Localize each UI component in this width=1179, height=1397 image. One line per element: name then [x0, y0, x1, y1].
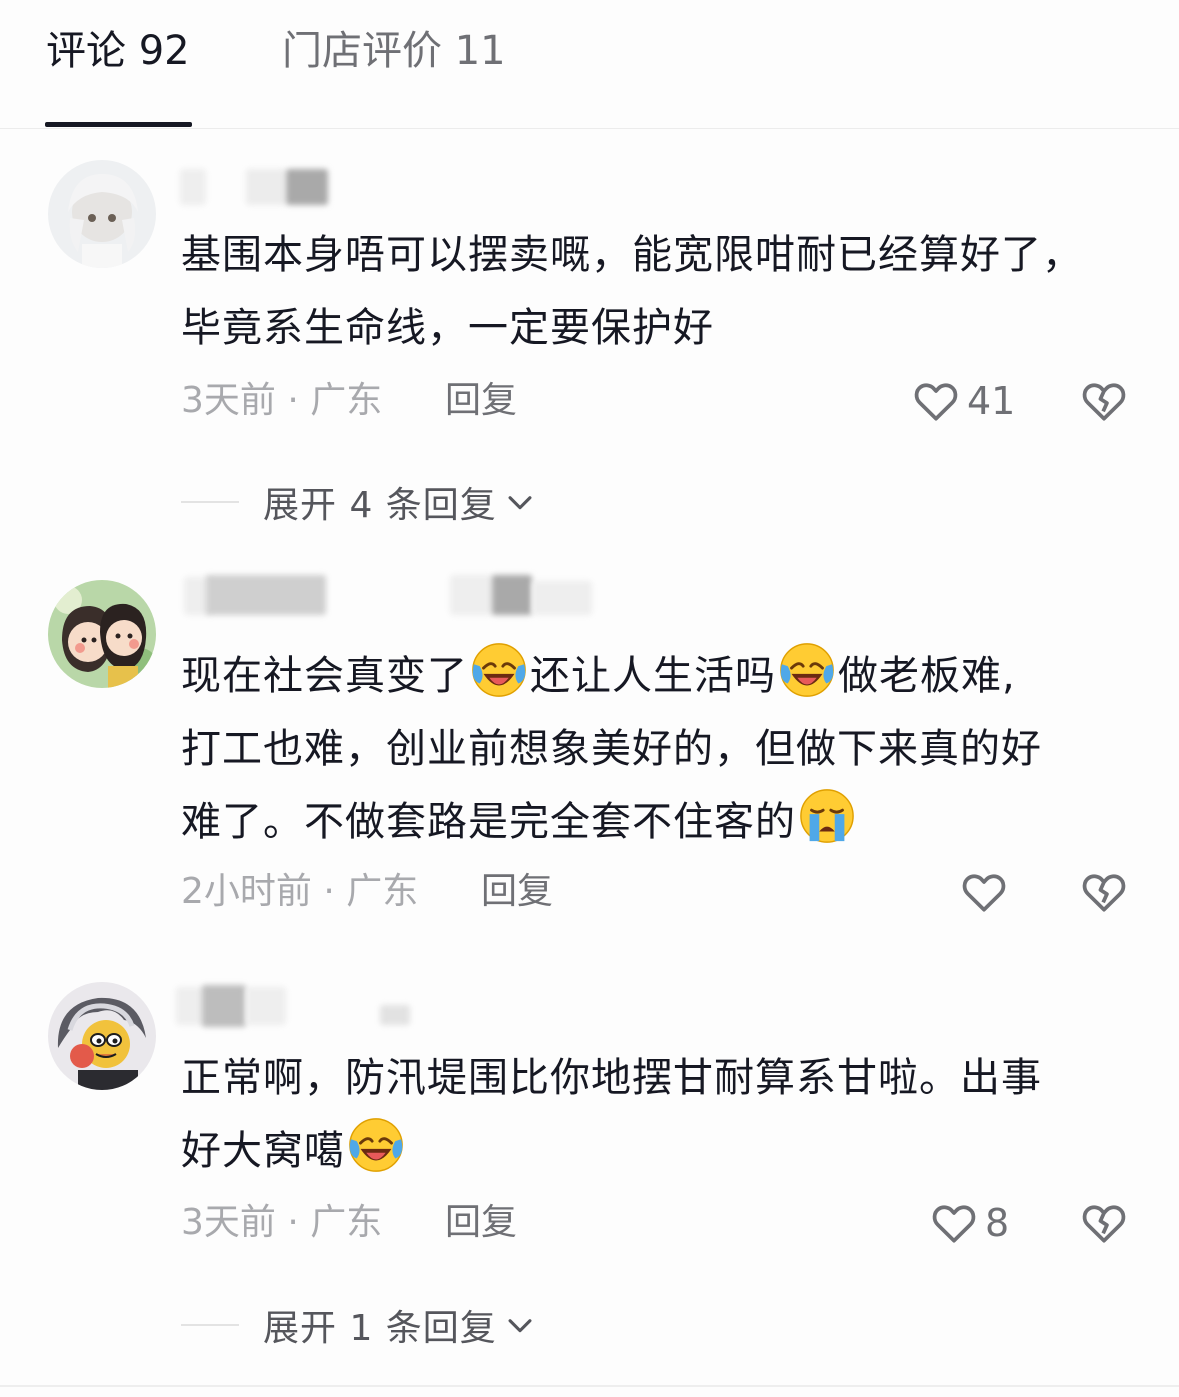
heart-outline-icon: [932, 1205, 976, 1243]
tab-store-reviews[interactable]: 门店评价 11: [282, 26, 506, 76]
divider-line: [181, 501, 239, 503]
active-tab-indicator: [45, 122, 192, 127]
expand-replies[interactable]: 展开 4 条回复: [181, 480, 537, 526]
like-button[interactable]: 8: [929, 1198, 1009, 1248]
broken-heart-icon: [1082, 1205, 1126, 1243]
avatar[interactable]: [48, 160, 156, 268]
comment-text: 正常啊，防汛堤围比你地摆甘耐算系甘啦。出事 好大窝噶: [181, 1042, 1121, 1188]
like-button[interactable]: [959, 867, 1009, 917]
heart-outline-icon: [962, 874, 1006, 912]
comment-text-segment: 难了。不做套路是完全套不住客的: [181, 799, 796, 845]
laughing-tears-emoji: [472, 643, 526, 697]
divider-line: [181, 1324, 239, 1326]
comment-meta: 3天前 · 广东: [181, 1202, 383, 1243]
expand-replies[interactable]: 展开 1 条回复: [181, 1303, 537, 1349]
comment-meta: 3天前 · 广东: [181, 380, 383, 421]
username-redacted[interactable]: [176, 983, 600, 1027]
chevron-down-icon: [508, 1319, 532, 1333]
bottom-divider: [0, 1385, 1179, 1387]
broken-heart-icon: [1082, 383, 1126, 421]
dislike-button[interactable]: [1079, 1198, 1129, 1248]
comment-meta: 2小时前 · 广东: [181, 871, 419, 912]
expand-replies-label: 展开 1 条回复: [263, 1308, 497, 1349]
dislike-button[interactable]: [1079, 867, 1129, 917]
reply-button[interactable]: 回复: [481, 870, 553, 914]
comment-text-segment: 好大窝噶: [181, 1128, 345, 1174]
expand-replies-label: 展开 4 条回复: [263, 485, 497, 526]
reply-button[interactable]: 回复: [445, 379, 517, 423]
comment-text-segment: 现在社会真变了: [181, 653, 468, 699]
reply-button[interactable]: 回复: [445, 1201, 517, 1245]
like-count: 8: [985, 1201, 1010, 1245]
comment-text-segment: 还让人生活吗: [530, 653, 776, 699]
tab-comments[interactable]: 评论 92: [46, 26, 190, 76]
loudly-crying-emoji: [800, 789, 854, 843]
heart-outline-icon: [914, 383, 958, 421]
username-redacted[interactable]: [180, 165, 600, 209]
comment-text: 现在社会真变了 还让人生活吗 做老板难, 打工也难，创业前想象美好的，但做下来真的好…: [181, 640, 1121, 859]
avatar[interactable]: [48, 580, 156, 688]
broken-heart-icon: [1082, 874, 1126, 912]
comment-text-segment: 正常啊，防汛堤围比你地摆甘耐算系甘啦。出事: [181, 1055, 1042, 1101]
avatar[interactable]: [48, 982, 156, 1090]
dislike-button[interactable]: [1079, 376, 1129, 426]
laughing-tears-emoji: [349, 1118, 403, 1172]
comment-text: 基围本身唔可以摆卖嘅，能宽限咁耐已经算好了，毕竟系生命线，一定要保护好: [181, 232, 1083, 351]
username-redacted[interactable]: [180, 573, 600, 617]
comment-text-segment: 打工也难，创业前想象美好的，但做下来真的好: [181, 726, 1042, 772]
chevron-down-icon: [508, 496, 532, 510]
laughing-tears-emoji: [780, 643, 834, 697]
like-button[interactable]: 41: [911, 376, 1015, 426]
tab-bar: 评论 92 门店评价 11: [0, 0, 1179, 129]
like-count: 41: [967, 379, 1016, 423]
comment-text-segment: 做老板难,: [838, 653, 1016, 699]
